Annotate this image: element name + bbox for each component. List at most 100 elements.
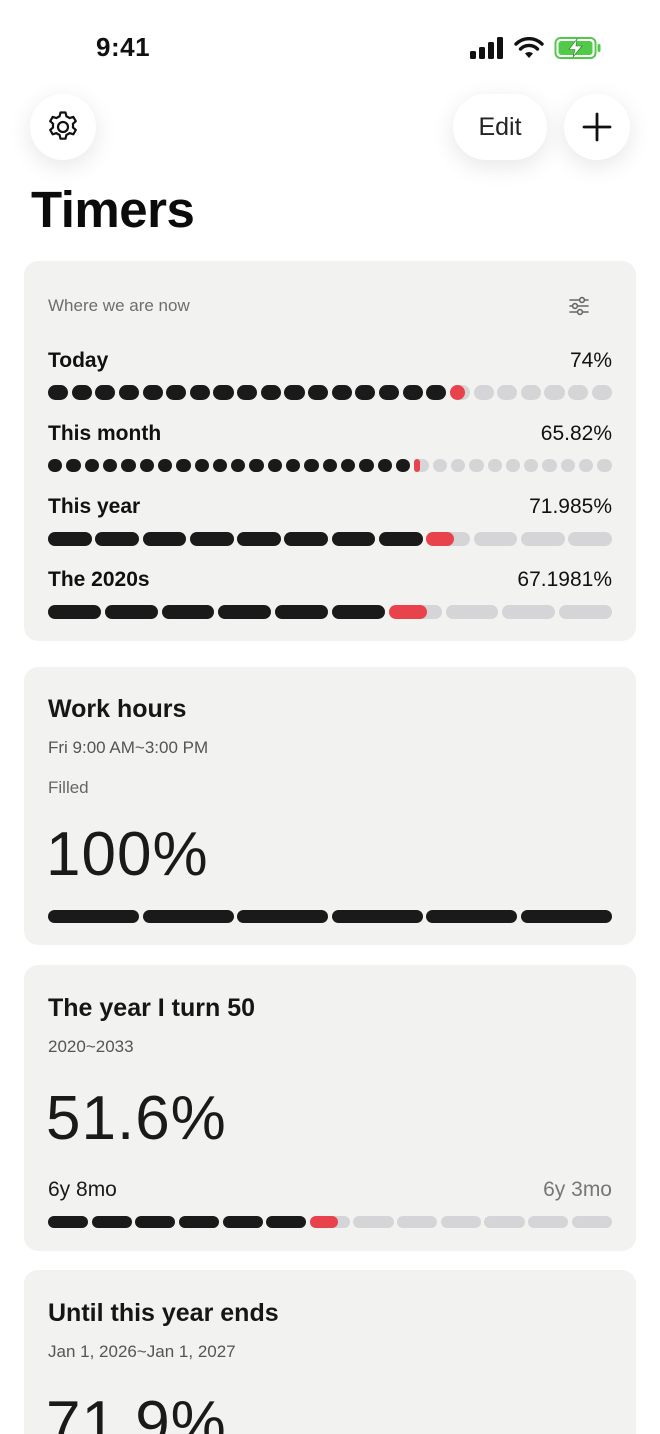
progress-segment <box>473 532 518 546</box>
overview-label-today: Today <box>48 349 109 372</box>
timer-card-turn-50[interactable]: The year I turn 50 2020~2033 51.6% 6y 8m… <box>24 965 636 1251</box>
progress-segment <box>218 605 272 619</box>
timer-title: The year I turn 50 <box>48 994 256 1022</box>
progress-segment <box>166 385 187 400</box>
overview-label-year: This year <box>48 495 141 518</box>
progress-segment <box>395 459 411 472</box>
progress-segment <box>378 385 400 400</box>
progress-segment <box>402 385 423 400</box>
progress-segment <box>48 1216 89 1228</box>
progress-segment <box>445 605 499 619</box>
status-icons <box>470 36 602 60</box>
battery-charging-icon <box>554 37 601 59</box>
progress-segment <box>102 459 118 472</box>
progress-segment <box>353 1216 394 1228</box>
progress-segment <box>426 385 447 400</box>
progress-segment <box>161 605 215 619</box>
progress-segment <box>520 385 541 400</box>
progress-segment <box>426 532 471 546</box>
progress-segment <box>176 459 191 472</box>
edit-button[interactable]: Edit <box>453 94 547 160</box>
overview-heading: Where we are now <box>48 296 190 315</box>
progress-segment <box>189 532 234 546</box>
progress-segment <box>378 532 423 546</box>
timer-card-work-hours[interactable]: Work hours Fri 9:00 AM~3:00 PM Filled 10… <box>24 667 636 945</box>
overview-label-decade: The 2020s <box>48 568 150 591</box>
progress-segment <box>520 532 565 546</box>
progress-segment <box>484 1216 525 1228</box>
progress-segment <box>432 459 447 472</box>
progress-segment <box>48 605 101 619</box>
timer-title: Work hours <box>48 695 187 723</box>
progress-segment <box>237 910 329 923</box>
progress-segment <box>544 385 565 400</box>
progress-segment <box>275 605 328 619</box>
page-title: Timers <box>31 181 195 238</box>
progress-segment <box>331 532 376 546</box>
progress-segment <box>469 459 484 472</box>
progress-segment <box>48 910 140 923</box>
progress-segment <box>135 1216 176 1228</box>
progress-segment <box>355 385 376 400</box>
progress-segment <box>249 459 264 472</box>
progress-segment <box>341 459 356 472</box>
progress-segment <box>559 605 612 619</box>
timer-range: Fri 9:00 AM~3:00 PM <box>48 738 209 757</box>
progress-segment <box>331 605 385 619</box>
add-timer-button[interactable] <box>564 94 630 160</box>
plus-icon <box>582 112 612 142</box>
progress-segment <box>284 532 329 546</box>
progress-segment <box>502 605 556 619</box>
progress-segment <box>520 910 612 923</box>
progress-segment <box>597 459 612 472</box>
progress-segment <box>84 459 99 472</box>
progress-segment <box>194 459 209 472</box>
progress-bar-work-hours <box>48 910 612 923</box>
settings-button[interactable] <box>30 94 96 160</box>
progress-segment <box>104 605 158 619</box>
progress-segment <box>359 459 374 472</box>
overview-card[interactable]: Where we are now Today 74% This month 65… <box>24 261 636 641</box>
progress-segment <box>440 1216 481 1228</box>
progress-segment <box>260 385 281 400</box>
progress-segment <box>212 459 228 472</box>
progress-segment <box>450 459 466 472</box>
signal-icon <box>470 37 503 59</box>
timer-card-year-ends[interactable]: Until this year ends Jan 1, 2026~Jan 1, … <box>24 1270 636 1434</box>
overview-percent-month: 65.82% <box>540 422 612 445</box>
progress-segment <box>560 459 576 472</box>
progress-segment <box>286 459 301 472</box>
progress-segment <box>568 532 612 546</box>
overview-percent-decade: 67.1981% <box>517 568 612 591</box>
sliders-icon[interactable] <box>568 295 590 317</box>
progress-segment <box>95 532 140 546</box>
progress-bar-year <box>48 532 612 546</box>
progress-segment <box>414 459 429 472</box>
progress-segment <box>266 1216 307 1228</box>
gear-icon <box>49 111 77 140</box>
timer-range: Jan 1, 2026~Jan 1, 2027 <box>48 1342 236 1361</box>
progress-segment <box>222 1216 263 1228</box>
progress-segment <box>397 1216 438 1228</box>
progress-segment <box>524 459 539 472</box>
progress-segment <box>139 459 154 472</box>
timer-range: 2020~2033 <box>48 1037 134 1056</box>
progress-segment <box>157 459 173 472</box>
progress-segment <box>473 385 494 400</box>
progress-segment <box>426 910 518 923</box>
timer-percent: 100% <box>46 820 209 889</box>
progress-segment <box>377 459 392 472</box>
overview-percent-year: 71.985% <box>529 495 612 518</box>
progress-segment <box>142 532 187 546</box>
progress-segment <box>388 605 442 619</box>
progress-segment <box>237 385 258 400</box>
progress-segment <box>331 910 423 923</box>
progress-segment <box>487 459 502 472</box>
progress-segment <box>579 459 594 472</box>
progress-segment <box>505 459 521 472</box>
progress-segment <box>267 459 283 472</box>
progress-segment <box>322 459 337 472</box>
progress-segment <box>48 385 69 400</box>
progress-bar-decade <box>48 605 612 619</box>
progress-segment <box>304 459 319 472</box>
